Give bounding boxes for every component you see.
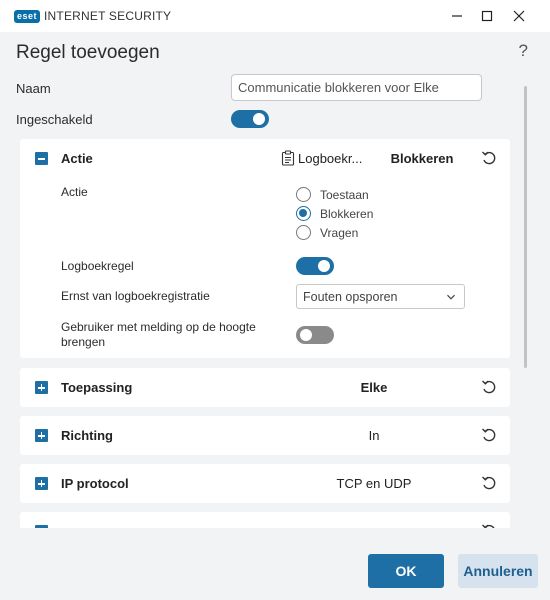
action-label: Actie <box>61 185 88 199</box>
notify-label-line2: brengen <box>61 335 106 349</box>
radio-vragen-label: Vragen <box>320 225 359 240</box>
collapse-icon[interactable] <box>35 152 48 165</box>
radio-button[interactable] <box>296 225 311 240</box>
section-richting-title: Richting <box>61 428 113 443</box>
name-input[interactable] <box>231 74 482 101</box>
log-rule-toggle[interactable] <box>296 257 334 275</box>
close-icon <box>513 10 525 22</box>
reset-icon[interactable] <box>480 426 498 444</box>
dialog-footer: OK Annuleren <box>0 528 550 600</box>
expand-icon[interactable] <box>35 477 48 490</box>
minimize-icon <box>452 15 462 17</box>
radio-vragen[interactable]: Vragen <box>296 225 358 240</box>
notify-toggle[interactable] <box>296 326 334 344</box>
reset-icon[interactable] <box>480 149 498 167</box>
scrollbar[interactable] <box>524 86 527 368</box>
section-actie: Actie Logboekr... Blokkeren Actie Toesta… <box>20 139 510 358</box>
close-button[interactable] <box>506 4 532 28</box>
reset-icon[interactable] <box>480 378 498 396</box>
section-actie-title: Actie <box>61 151 93 166</box>
notify-label-line1: Gebruiker met melding op de hoogte <box>61 320 256 334</box>
section-actie-value: Blokkeren <box>390 151 454 166</box>
ok-button[interactable]: OK <box>368 554 444 588</box>
reset-icon[interactable] <box>480 474 498 492</box>
radio-toestaan[interactable]: Toestaan <box>296 187 369 202</box>
section-ip-protocol-title: IP protocol <box>61 476 129 491</box>
chevron-down-icon <box>447 294 455 300</box>
severity-select[interactable]: Fouten opsporen <box>296 284 465 309</box>
section-richting[interactable]: Richting In <box>20 416 510 455</box>
enabled-toggle[interactable] <box>231 110 269 128</box>
eset-logo: eset INTERNET SECURITY <box>14 9 171 23</box>
radio-button-selected[interactable] <box>296 206 311 221</box>
dialog-content: Naam Ingeschakeld Actie Logboekr... Blok… <box>0 72 550 528</box>
radio-blokkeren-label: Blokkeren <box>320 206 374 221</box>
notify-label: Gebruiker met melding op de hoogte breng… <box>61 320 256 350</box>
enabled-label: Ingeschakeld <box>16 112 93 127</box>
severity-value: Fouten opsporen <box>303 289 398 304</box>
expand-icon[interactable] <box>35 429 48 442</box>
section-ip-protocol-value: TCP en UDP <box>336 476 412 491</box>
radio-button[interactable] <box>296 187 311 202</box>
maximize-button[interactable] <box>474 4 500 28</box>
severity-label: Ernst van logboekregistratie <box>61 289 210 303</box>
maximize-icon <box>481 10 493 22</box>
clipboard-icon <box>281 150 295 166</box>
log-chip: Logboekr... <box>281 150 362 166</box>
log-rule-label: Logboekregel <box>61 259 134 273</box>
expand-icon[interactable] <box>35 381 48 394</box>
section-ip-protocol[interactable]: IP protocol TCP en UDP <box>20 464 510 503</box>
section-toepassing-title: Toepassing <box>61 380 133 395</box>
help-icon[interactable]: ? <box>519 41 528 61</box>
section-actie-header[interactable]: Actie Logboekr... Blokkeren <box>20 139 510 179</box>
dialog-header: Regel toevoegen ? <box>0 32 550 72</box>
minimize-button[interactable] <box>444 4 470 28</box>
radio-blokkeren[interactable]: Blokkeren <box>296 206 373 221</box>
log-chip-label: Logboekr... <box>298 150 363 166</box>
section-partial[interactable] <box>20 512 510 528</box>
section-toepassing[interactable]: Toepassing Elke <box>20 368 510 407</box>
name-label: Naam <box>16 81 51 96</box>
section-richting-value: In <box>368 428 380 443</box>
title-bar: eset INTERNET SECURITY <box>0 0 550 32</box>
product-name: INTERNET SECURITY <box>44 9 172 23</box>
section-toepassing-value: Elke <box>360 380 388 395</box>
radio-toestaan-label: Toestaan <box>320 187 369 202</box>
eset-badge: eset <box>14 9 41 23</box>
page-title: Regel toevoegen <box>16 42 160 63</box>
cancel-button[interactable]: Annuleren <box>458 554 538 588</box>
